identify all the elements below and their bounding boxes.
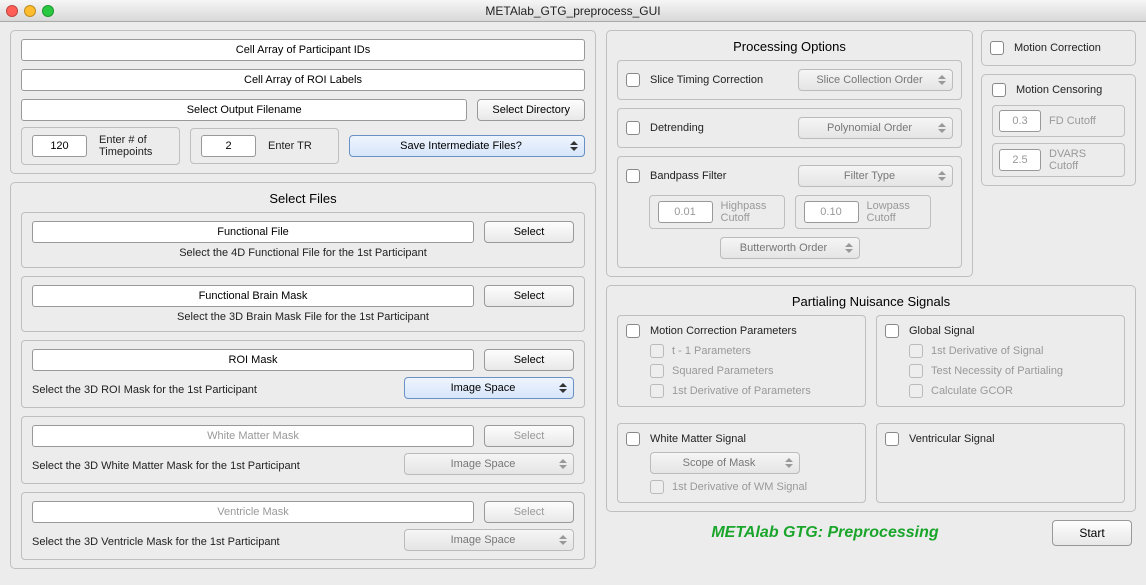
window-title: METAlab_GTG_preprocess_GUI [0,4,1146,18]
select-directory-button[interactable]: Select Directory [477,99,585,121]
highpass-input[interactable] [658,201,713,223]
partialing-heading: Partialing Nuisance Signals [617,294,1125,309]
roi-space-label: Image Space [451,382,516,394]
fd-cutoff-label: FD Cutoff [1049,115,1118,127]
dvars-cutoff-label: DVARS Cutoff [1049,148,1118,172]
scope-mask-select[interactable]: Scope of Mask [650,452,800,474]
deriv-wm-label: 1st Derivative of WM Signal [672,481,807,493]
brainmask-select-button[interactable]: Select [484,285,574,307]
scope-mask-label: Scope of Mask [683,457,756,469]
processing-options-panel: Processing Options Slice Timing Correcti… [606,30,973,277]
save-intermediate-select[interactable]: Save Intermediate Files? [349,135,585,157]
timepoints-input[interactable] [32,135,87,157]
deriv-signal-label: 1st Derivative of Signal [931,345,1044,357]
t1-label: t - 1 Parameters [672,345,751,357]
select-files-heading: Select Files [21,191,585,206]
lowpass-label: Lowpass Cutoff [867,200,922,224]
functional-select-button[interactable]: Select [484,221,574,243]
processing-heading: Processing Options [617,39,962,54]
roi-mask-input[interactable] [32,349,474,371]
select-files-panel: Select Files Select Select the 4D Functi… [10,182,596,569]
bandpass-label: Bandpass Filter [650,170,788,182]
participant-ids-input[interactable] [21,39,585,61]
save-intermediate-label: Save Intermediate Files? [400,140,522,152]
vent-space-label: Image Space [451,534,516,546]
functional-file-block: Select Select the 4D Functional File for… [21,212,585,268]
motion-censoring-label: Motion Censoring [1016,84,1102,96]
brainmask-file-block: Select Select the 3D Brain Mask File for… [21,276,585,332]
brand-label: METAlab GTG: Preprocessing [610,524,1040,542]
deriv-signal-checkbox[interactable] [909,344,923,358]
brainmask-input[interactable] [32,285,474,307]
deriv-params-checkbox[interactable] [650,384,664,398]
wm-signal-checkbox[interactable] [626,432,640,446]
filter-type-select[interactable]: Filter Type [798,165,953,187]
vent-mask-block: Select Select the 3D Ventricle Mask for … [21,492,585,560]
wm-space-select[interactable]: Image Space [404,453,574,475]
global-signal-label: Global Signal [909,325,974,337]
title-bar: METAlab_GTG_preprocess_GUI [0,0,1146,22]
roi-labels-input[interactable] [21,69,585,91]
detrending-checkbox[interactable] [626,121,640,135]
functional-file-input[interactable] [32,221,474,243]
timepoints-label: Enter # of Timepoints [99,134,169,158]
lowpass-input[interactable] [804,201,859,223]
detrending-label: Detrending [650,122,788,134]
start-button[interactable]: Start [1052,520,1132,546]
test-necessity-checkbox[interactable] [909,364,923,378]
tr-label: Enter TR [268,140,328,152]
motion-correction-label: Motion Correction [1014,42,1101,54]
vent-select-button[interactable]: Select [484,501,574,523]
vent-signal-checkbox[interactable] [885,432,899,446]
deriv-wm-checkbox[interactable] [650,480,664,494]
filter-type-label: Filter Type [844,170,895,182]
wm-mask-block: Select Select the 3D White Matter Mask f… [21,416,585,484]
dvars-cutoff-input[interactable] [999,149,1041,171]
slice-timing-checkbox[interactable] [626,73,640,87]
butterworth-select[interactable]: Butterworth Order [720,237,860,259]
roi-space-select[interactable]: Image Space [404,377,574,399]
wm-hint: Select the 3D White Matter Mask for the … [32,460,394,472]
output-filename-input[interactable] [21,99,467,121]
squared-checkbox[interactable] [650,364,664,378]
partialing-panel: Partialing Nuisance Signals Motion Corre… [606,285,1136,512]
slice-order-label: Slice Collection Order [816,74,922,86]
motion-params-label: Motion Correction Parameters [650,325,797,337]
roi-select-button[interactable]: Select [484,349,574,371]
motion-censoring-checkbox[interactable] [992,83,1006,97]
gcor-label: Calculate GCOR [931,385,1013,397]
gcor-checkbox[interactable] [909,384,923,398]
vent-mask-input[interactable] [32,501,474,523]
motion-censoring-panel: Motion Censoring FD Cutoff DVARS Cutoff [981,74,1136,186]
test-necessity-label: Test Necessity of Partialing [931,365,1063,377]
motion-params-checkbox[interactable] [626,324,640,338]
roi-mask-block: Select Select the 3D ROI Mask for the 1s… [21,340,585,408]
wm-mask-input[interactable] [32,425,474,447]
fd-cutoff-input[interactable] [999,110,1041,132]
t1-checkbox[interactable] [650,344,664,358]
vent-hint: Select the 3D Ventricle Mask for the 1st… [32,536,394,548]
inputs-panel: Select Directory Enter # of Timepoints E… [10,30,596,174]
poly-order-select[interactable]: Polynomial Order [798,117,953,139]
bandpass-checkbox[interactable] [626,169,640,183]
highpass-label: Highpass Cutoff [721,200,776,224]
motion-correction-checkbox[interactable] [990,41,1004,55]
wm-select-button[interactable]: Select [484,425,574,447]
global-signal-checkbox[interactable] [885,324,899,338]
functional-hint: Select the 4D Functional File for the 1s… [32,247,574,259]
butterworth-label: Butterworth Order [740,242,827,254]
vent-space-select[interactable]: Image Space [404,529,574,551]
slice-timing-label: Slice Timing Correction [650,74,788,86]
tr-input[interactable] [201,135,256,157]
brainmask-hint: Select the 3D Brain Mask File for the 1s… [32,311,574,323]
wm-space-label: Image Space [451,458,516,470]
wm-signal-label: White Matter Signal [650,433,746,445]
roi-hint: Select the 3D ROI Mask for the 1st Parti… [32,384,394,396]
motion-correction-panel: Motion Correction [981,30,1136,66]
deriv-params-label: 1st Derivative of Parameters [672,385,811,397]
squared-label: Squared Parameters [672,365,774,377]
vent-signal-label: Ventricular Signal [909,433,995,445]
slice-order-select[interactable]: Slice Collection Order [798,69,953,91]
poly-order-label: Polynomial Order [827,122,912,134]
